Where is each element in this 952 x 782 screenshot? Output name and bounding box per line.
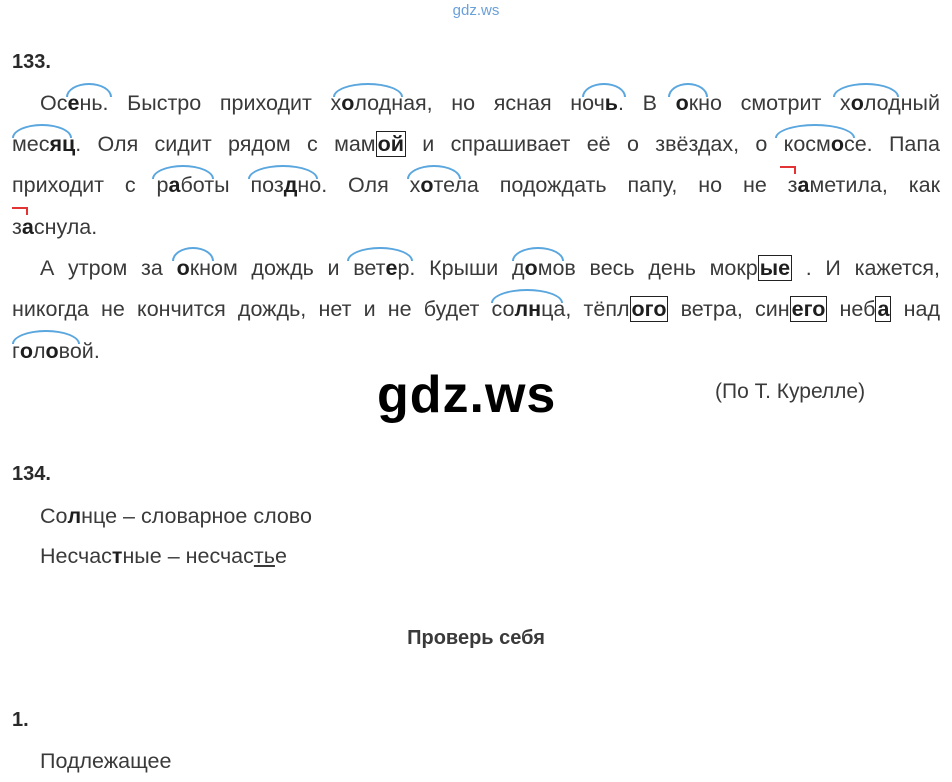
watermark-top: gdz.ws <box>452 2 500 19</box>
paragraph-line-1: Осень. Быстро приходит холодная, но ясна… <box>40 91 940 115</box>
paragraph-line-4: заснула. <box>12 215 98 239</box>
task-134-line-2: Несчастные – несчастье <box>40 544 287 568</box>
task-134-number: 134. <box>12 463 51 485</box>
task-1-text: Подлежащее <box>40 749 172 773</box>
paragraph-line-2: месяц. Оля сидит рядом с мамой и спрашив… <box>12 131 940 157</box>
watermark-big: gdz.ws <box>377 366 557 424</box>
author-credit: (По Т. Курелле) <box>715 380 866 403</box>
paragraph-line-5: А утром за окном дождь и ветер. Крыши до… <box>40 255 941 281</box>
task-133-number: 133. <box>12 51 51 73</box>
section-heading: Проверь себя <box>407 627 545 649</box>
prefix-mark <box>12 207 28 215</box>
paragraph-line-6: никогда не кончится дождь, нет и не буде… <box>12 296 940 322</box>
paragraph-line-3: приходит с работы поздно. Оля хотела под… <box>12 173 940 197</box>
task-134-line-1: Солнце – словарное слово <box>40 504 312 528</box>
paragraph-line-7: головой. <box>12 339 100 363</box>
task-1-number: 1. <box>12 709 29 731</box>
